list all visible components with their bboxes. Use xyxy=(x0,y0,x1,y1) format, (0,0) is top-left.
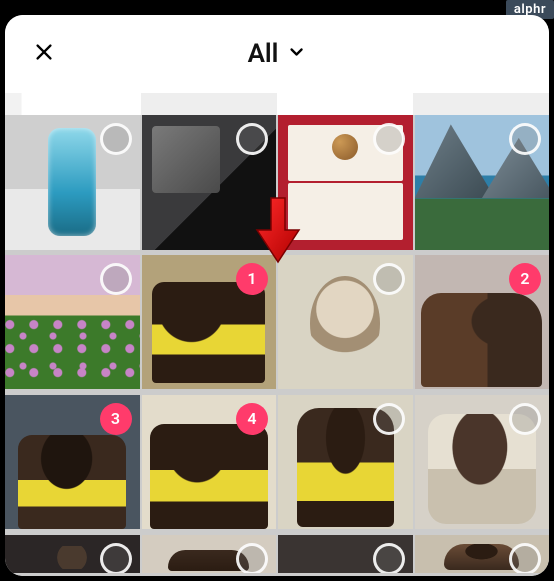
selection-circle-icon[interactable] xyxy=(509,543,541,573)
selection-circle-icon[interactable] xyxy=(100,543,132,573)
photo-thumbnail[interactable]: 2 xyxy=(415,255,550,390)
previous-section-sliver xyxy=(5,93,549,115)
photo-thumbnail[interactable] xyxy=(278,395,413,530)
selection-circle-icon[interactable] xyxy=(100,123,132,155)
photo-thumbnail[interactable] xyxy=(415,395,550,530)
picker-modal: All 1 2 3 xyxy=(5,15,549,576)
photo-thumbnail[interactable] xyxy=(5,255,140,390)
photo-thumbnail[interactable] xyxy=(5,115,140,250)
selection-badge[interactable]: 1 xyxy=(236,263,268,295)
photo-thumbnail[interactable] xyxy=(142,535,277,573)
photo-thumbnail[interactable] xyxy=(278,255,413,390)
photo-thumbnail[interactable]: 1 xyxy=(142,255,277,390)
selection-circle-icon[interactable] xyxy=(373,543,405,573)
album-title: All xyxy=(248,39,279,69)
selection-circle-icon[interactable] xyxy=(373,263,405,295)
photo-thumbnail[interactable]: 4 xyxy=(142,395,277,530)
selection-circle-icon[interactable] xyxy=(373,403,405,435)
photo-thumbnail[interactable] xyxy=(5,535,140,573)
selection-circle-icon[interactable] xyxy=(100,263,132,295)
selection-badge[interactable]: 3 xyxy=(100,403,132,435)
selection-badge[interactable]: 4 xyxy=(236,403,268,435)
photo-thumbnail[interactable]: 3 xyxy=(5,395,140,530)
album-dropdown[interactable]: All xyxy=(248,39,307,69)
photo-thumbnail[interactable] xyxy=(278,535,413,573)
photo-thumbnail[interactable] xyxy=(142,115,277,250)
close-button[interactable] xyxy=(29,39,59,69)
selection-circle-icon[interactable] xyxy=(509,403,541,435)
photo-thumbnail[interactable] xyxy=(415,535,550,573)
selection-circle-icon[interactable] xyxy=(236,543,268,573)
selection-circle-icon[interactable] xyxy=(236,123,268,155)
photo-thumbnail[interactable] xyxy=(415,115,550,250)
photo-thumbnail[interactable] xyxy=(278,115,413,250)
selection-badge[interactable]: 2 xyxy=(509,263,541,295)
selection-circle-icon[interactable] xyxy=(373,123,405,155)
chevron-down-icon xyxy=(286,42,306,66)
selection-circle-icon[interactable] xyxy=(509,123,541,155)
photo-grid: 1 2 3 4 xyxy=(5,115,549,576)
close-icon xyxy=(33,41,55,67)
picker-header: All xyxy=(5,15,549,93)
